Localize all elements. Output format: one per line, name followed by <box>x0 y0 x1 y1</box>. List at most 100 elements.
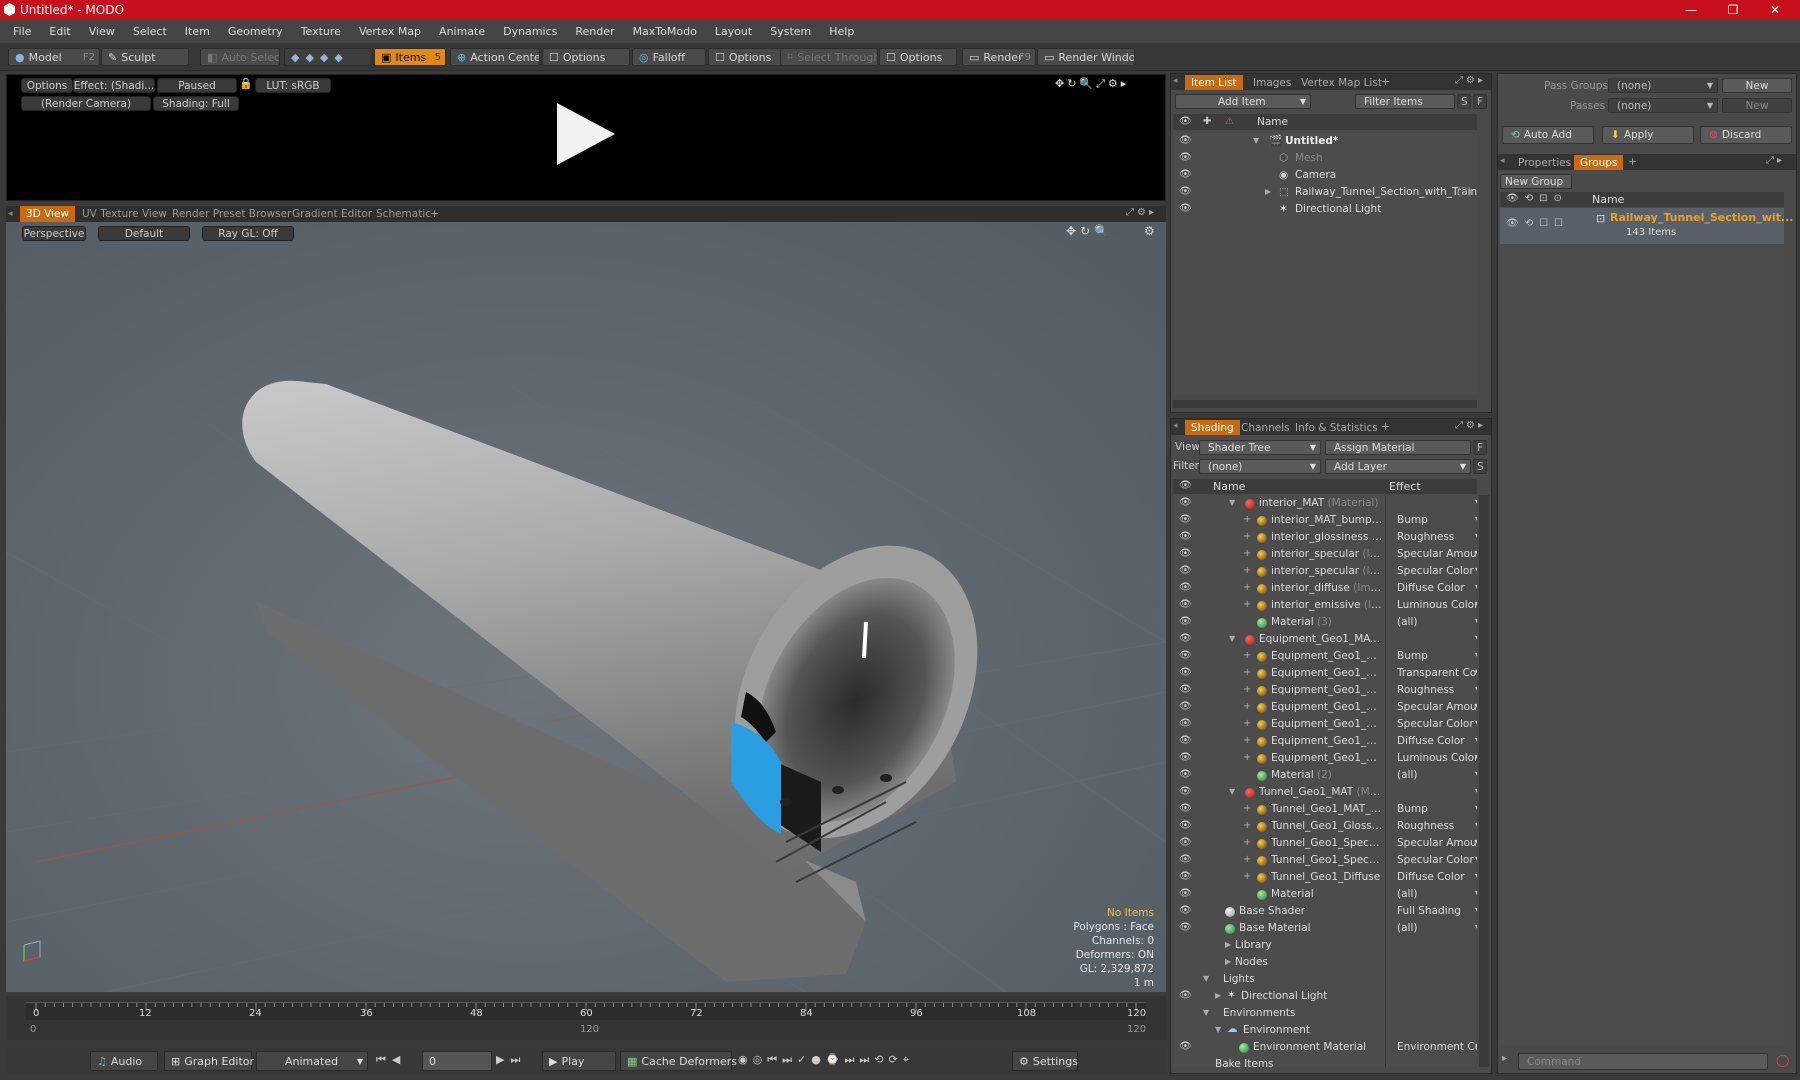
list-item[interactable]: 👁+interior_diffuse (Image)Diffuse Color▼ <box>1173 580 1477 597</box>
menu-system[interactable]: System <box>761 25 820 38</box>
menu-maxtomodo[interactable]: MaxToModo <box>624 25 706 38</box>
group-row-icons[interactable]: 👁⟲☐☐ <box>1506 218 1569 229</box>
menu-help[interactable]: Help <box>820 25 863 38</box>
expand-icon[interactable]: + <box>1243 718 1251 729</box>
list-item[interactable]: ▼ Lights <box>1173 971 1477 988</box>
expand-icon[interactable]: + <box>1243 871 1251 882</box>
chevron-down-icon[interactable]: ▼ <box>1475 821 1477 830</box>
panel-controls-icon[interactable]: ⤢⚙▸ <box>1455 75 1486 86</box>
new-pass-button[interactable]: New <box>1722 98 1792 113</box>
falloff-button[interactable]: ◎ Falloff <box>632 48 706 66</box>
eye-icon[interactable]: 👁 <box>1179 650 1192 661</box>
menu-edit[interactable]: Edit <box>40 25 79 38</box>
list-item[interactable]: 👁+interior_emissive (Ima...Luminous Colo… <box>1173 597 1477 614</box>
expand-icon[interactable]: + <box>1243 531 1251 542</box>
effect-dropdown[interactable]: Effect: (Shadi... <box>73 78 155 93</box>
tab-properties[interactable]: Properties <box>1512 155 1577 170</box>
eye-icon[interactable]: 👁 <box>1179 203 1192 214</box>
chevron-down-icon[interactable]: ▼ <box>1475 719 1477 728</box>
eye-icon[interactable]: 👁 <box>1179 854 1192 865</box>
list-item[interactable]: 👁▼Equipment_Geo1_MAT (...▼ <box>1173 631 1477 648</box>
panel-controls-icon[interactable]: ⤢⚙▸ <box>1455 420 1486 431</box>
chevron-down-icon[interactable]: ▼ <box>1475 787 1477 796</box>
paused-button[interactable]: Paused <box>157 78 237 93</box>
eye-icon[interactable]: 👁 <box>1179 735 1192 746</box>
list-item[interactable]: 👁Material (all)▼ <box>1173 886 1477 903</box>
transport-back-icons[interactable]: ⏮◀ <box>376 1053 406 1067</box>
chevron-down-icon[interactable]: ▼ <box>1475 855 1477 864</box>
key-tools-icons[interactable]: ◉◎⏮⏭✓●⌚⏭⏭⟲⟳⌖ <box>738 1053 914 1067</box>
chevron-down-icon[interactable]: ▼ <box>1475 702 1477 711</box>
list-item[interactable]: 👁Environment MaterialEnvironment Color▼ <box>1173 1039 1477 1056</box>
items-mode-button[interactable]: ▣ Items 5 <box>374 48 446 66</box>
panel-collapse-icon[interactable]: ◂ <box>8 209 13 219</box>
add-tab-icon[interactable]: + <box>430 207 439 220</box>
eye-icon[interactable]: 👁 <box>1179 684 1192 695</box>
expand-icon[interactable]: + <box>1243 752 1251 763</box>
sculpt-mode-button[interactable]: ✎ Sculpt <box>101 48 189 66</box>
shader-view-dropdown[interactable]: Shader Tree ▼ <box>1199 440 1321 455</box>
list-item[interactable]: 👁+interior_specular (Ima...Specular Amou… <box>1173 546 1477 563</box>
chevron-down-icon[interactable]: ▼ <box>1475 906 1477 915</box>
select-through-options-button[interactable]: ☐ Options <box>879 48 957 66</box>
list-item[interactable]: ▼ Environments <box>1173 1005 1477 1022</box>
f-toggle[interactable]: F <box>1473 440 1487 455</box>
eye-icon[interactable]: 👁 <box>1179 990 1192 1001</box>
menu-texture[interactable]: Texture <box>292 25 350 38</box>
list-item[interactable]: 👁+interior_specular (Ima...Specular Colo… <box>1173 563 1477 580</box>
tab-schematic[interactable]: Schematic <box>370 206 437 222</box>
eye-icon[interactable]: 👁 <box>1179 565 1192 576</box>
lut-dropdown[interactable]: LUT: sRGB <box>255 78 331 93</box>
expand-icon[interactable]: + <box>1243 548 1251 559</box>
lock-icon[interactable]: 🔒 <box>239 77 253 90</box>
chevron-down-icon[interactable]: ▼ <box>1475 549 1477 558</box>
eye-icon[interactable]: 👁 <box>1179 905 1192 916</box>
list-item[interactable]: 👁 ▶ ⬚ Railway_Tunnel_Section_with_Train … <box>1173 183 1477 200</box>
panel-collapse-icon[interactable]: ◂ <box>1173 76 1178 86</box>
chevron-down-icon[interactable]: ▼ <box>1475 770 1477 779</box>
falloff-options-button[interactable]: ☐ Options <box>708 48 782 66</box>
add-tab-icon[interactable]: + <box>1628 155 1637 168</box>
eye-icon[interactable]: 👁 <box>1179 135 1192 146</box>
list-item[interactable]: 👁 ▼ 🎬 Untitled* <box>1173 132 1477 149</box>
list-item[interactable]: 👁+Equipment_Geo1_Emi... Luminous Color▼ <box>1173 750 1477 767</box>
expand-icon[interactable]: ▼ <box>1229 787 1235 796</box>
eye-icon[interactable]: 👁 <box>1179 582 1192 593</box>
chevron-down-icon[interactable]: ▼ <box>1475 804 1477 813</box>
chevron-down-icon[interactable]: ▼ <box>1475 515 1477 524</box>
select-through-button[interactable]: ⌗ Select Through <box>780 48 878 66</box>
menu-vertex-map[interactable]: Vertex Map <box>350 25 430 38</box>
f-toggle[interactable]: F <box>1473 94 1487 109</box>
discard-button[interactable]: ⊗ Discard <box>1700 126 1792 144</box>
expand-icon[interactable]: ▶ <box>1265 187 1271 196</box>
panel-collapse-icon[interactable]: ◂ <box>1500 156 1505 166</box>
add-tab-icon[interactable]: + <box>1381 75 1390 88</box>
panel-collapse-icon[interactable]: ◂ <box>1173 421 1178 431</box>
eye-icon[interactable]: 👁 <box>1179 497 1192 508</box>
tab-3d-view[interactable]: 3D View <box>20 206 76 222</box>
eye-icon[interactable]: 👁 <box>1179 169 1192 180</box>
expand-icon[interactable]: + <box>1243 837 1251 848</box>
panel-controls-icon[interactable]: ⤢▸ <box>1766 155 1785 166</box>
shader-filter-dropdown[interactable]: (none) ▼ <box>1199 459 1321 474</box>
eye-icon[interactable]: 👁 <box>1179 633 1192 644</box>
list-item[interactable]: 👁+Tunnel_Geo1_Diffuse Diffuse Color▼ <box>1173 869 1477 886</box>
chevron-down-icon[interactable]: ▼ <box>1475 736 1477 745</box>
audio-button[interactable]: ♫ Audio <box>90 1051 158 1071</box>
item-list-scrollbar[interactable] <box>1173 400 1477 408</box>
new-pass-group-button[interactable]: New <box>1722 78 1792 93</box>
expand-icon[interactable]: ▶ <box>1215 991 1221 1000</box>
minimize-button[interactable]: — <box>1672 0 1710 20</box>
eye-icon[interactable]: 👁 <box>1179 718 1192 729</box>
name-column-header[interactable]: Name <box>1213 480 1245 493</box>
eye-icon[interactable]: 👁 <box>1179 667 1192 678</box>
list-item[interactable]: ▼ ☁ Environment <box>1173 1022 1477 1039</box>
eye-icon[interactable]: 👁 <box>1179 820 1192 831</box>
list-item[interactable]: 👁+interior_MAT_bump (I...Bump▼ <box>1173 512 1477 529</box>
tab-groups[interactable]: Groups <box>1574 155 1624 170</box>
list-item[interactable]: 👁+Equipment_Geo1_Spe... Specular Amount▼ <box>1173 699 1477 716</box>
command-input[interactable]: Command <box>1518 1053 1768 1070</box>
s-toggle[interactable]: S <box>1457 94 1471 109</box>
model-mode-button[interactable]: ● Model F2 <box>8 48 100 66</box>
menu-select[interactable]: Select <box>124 25 176 38</box>
